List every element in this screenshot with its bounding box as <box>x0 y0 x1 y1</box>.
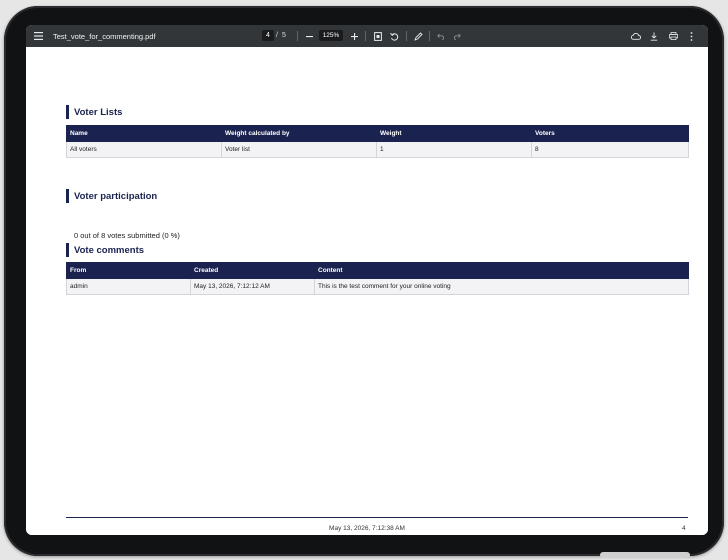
pdf-page: Voter Lists Name Weight calculated by We… <box>26 47 708 535</box>
participation-summary: 0 out of 8 votes submitted (0 %) <box>74 231 180 240</box>
participation-heading: Voter participation <box>66 189 157 203</box>
undo-icon[interactable] <box>435 25 447 47</box>
table-cell: May 13, 2026, 7:12:12 AM <box>190 278 315 295</box>
table-cell: 8 <box>531 141 689 158</box>
plus-icon[interactable] <box>348 25 360 47</box>
document-title: Test_vote_for_commenting.pdf <box>53 31 156 41</box>
comments-heading: Vote comments <box>66 243 144 257</box>
column-header: Name <box>66 125 222 142</box>
table-cell: All voters <box>66 141 222 158</box>
device-edge <box>600 552 690 558</box>
heading-accent-bar <box>66 243 69 257</box>
minus-icon[interactable] <box>303 25 315 47</box>
redo-icon[interactable] <box>451 25 463 47</box>
table-cell: admin <box>66 278 191 295</box>
table-cell: This is the test comment for your online… <box>314 278 689 295</box>
table-row: All voters Voter list 1 8 <box>66 141 689 158</box>
pdf-toolbar: Test_vote_for_commenting.pdf 4 / 5 125% <box>26 25 708 47</box>
column-header: Content <box>314 262 689 279</box>
zoom-input[interactable]: 125% <box>319 30 343 41</box>
more-vert-icon[interactable] <box>685 25 697 47</box>
comments-table: From Created Content admin May 13, 2026,… <box>66 262 689 295</box>
participation-title: Voter participation <box>74 190 158 202</box>
comments-title: Vote comments <box>74 244 145 256</box>
download-icon[interactable] <box>647 25 661 47</box>
heading-accent-bar <box>66 105 69 119</box>
toolbar-divider <box>429 31 430 41</box>
column-header: Created <box>190 262 315 279</box>
table-row: admin May 13, 2026, 7:12:12 AM This is t… <box>66 278 689 295</box>
rotate-icon[interactable] <box>388 25 400 47</box>
footer-timestamp: May 13, 2026, 7:12:38 AM <box>329 525 405 532</box>
table-cell: 1 <box>376 141 532 158</box>
heading-accent-bar <box>66 189 69 203</box>
total-pages: 5 <box>282 32 286 39</box>
voter-lists-title: Voter Lists <box>74 106 123 118</box>
column-header: Weight calculated by <box>221 125 377 142</box>
column-header: From <box>66 262 191 279</box>
menu-icon[interactable] <box>31 25 45 47</box>
toolbar-divider <box>406 31 407 41</box>
draw-icon[interactable] <box>412 25 424 47</box>
toolbar-divider <box>297 31 298 41</box>
fit-page-icon[interactable] <box>372 25 384 47</box>
page-separator: / <box>276 32 278 39</box>
screen: Test_vote_for_commenting.pdf 4 / 5 125% <box>26 25 708 535</box>
column-header: Weight <box>376 125 532 142</box>
footer-page-number: 4 <box>682 525 686 532</box>
print-icon[interactable] <box>666 25 680 47</box>
page-number-input[interactable]: 4 <box>262 30 274 41</box>
table-header-row: Name Weight calculated by Weight Voters <box>66 125 689 142</box>
column-header: Voters <box>531 125 689 142</box>
table-cell: Voter list <box>221 141 377 158</box>
cloud-save-icon[interactable] <box>629 25 643 47</box>
voter-lists-heading: Voter Lists <box>66 105 122 119</box>
toolbar-divider <box>365 31 366 41</box>
table-header-row: From Created Content <box>66 262 689 279</box>
voter-lists-table: Name Weight calculated by Weight Voters … <box>66 125 689 158</box>
footer-divider <box>66 517 688 518</box>
